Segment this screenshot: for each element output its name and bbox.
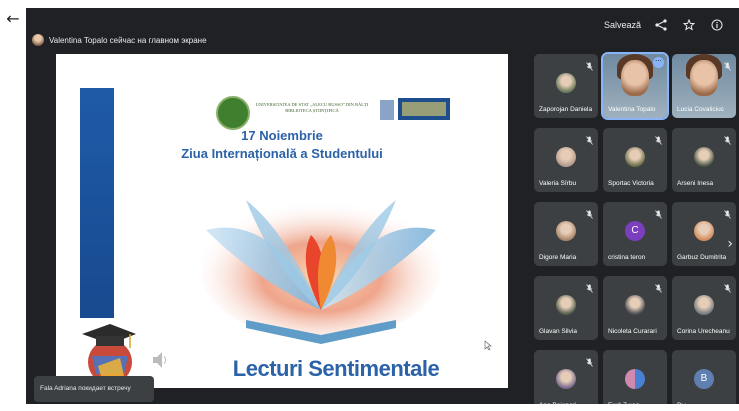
leave-notification: Fala Adriana покидает встречу: [34, 376, 154, 402]
more-participants-avatars: [625, 369, 645, 389]
participant-face: [690, 60, 718, 96]
mic-off-icon: [724, 132, 731, 145]
participant-avatar: [625, 295, 645, 315]
participant-tile[interactable]: Corina Urecheanu: [672, 276, 736, 340]
speaker-icon: [151, 350, 169, 375]
participant-name: Lucia Covaliciuc: [677, 106, 724, 113]
slide-event-title: Ziua Internațională a Studentului: [181, 146, 383, 161]
slide-date: 17 Noiembrie: [241, 128, 323, 143]
participant-name: Ana Bejenari: [539, 402, 596, 404]
mic-off-icon: [655, 280, 662, 293]
presenter-notice-text: Valentina Topalo сейчас на главном экран…: [49, 35, 207, 45]
participant-name: Corina Urecheanu: [677, 328, 730, 335]
meet-screen: Salvează Valentina Topalo сейчас на глав…: [26, 8, 739, 404]
university-logo: [216, 96, 250, 130]
open-book-image: [176, 160, 466, 346]
participant-name: Digore Maria: [539, 254, 577, 261]
star-icon[interactable]: [681, 17, 697, 33]
participant-tile[interactable]: Lucia Covaliciuc: [672, 54, 736, 118]
mic-off-icon: [586, 58, 593, 71]
mouse-cursor-icon: [484, 338, 492, 356]
presenter-notice: Valentina Topalo сейчас на главном экран…: [32, 32, 207, 48]
participant-avatar: [556, 73, 576, 93]
participant-tile[interactable]: B Вы: [672, 350, 736, 404]
mic-off-icon: [586, 132, 593, 145]
participant-tile[interactable]: Valeria Sîrbu: [534, 128, 598, 192]
participant-tile[interactable]: ⋯ Valentina Topalo: [601, 52, 669, 120]
participant-name: Sportac Victoria: [608, 180, 654, 187]
participant-name: Nicoleta Curarari: [608, 328, 657, 335]
participant-tile[interactable]: Nicoleta Curarari: [603, 276, 667, 340]
participant-name: Valentina Topalo: [608, 106, 656, 113]
participant-name: cristina teron: [608, 254, 646, 261]
mic-off-icon: [586, 206, 593, 219]
participant-tile[interactable]: Garbuz Dumitrita: [672, 202, 736, 266]
slide-blue-bar: [80, 88, 114, 324]
participant-name: Glavan Silvia: [539, 328, 577, 335]
mic-off-icon: [724, 280, 731, 293]
mic-off-icon: [724, 58, 731, 71]
participant-tile[interactable]: Arseni Inesa: [672, 128, 736, 192]
university-name: UNIVERSITATEA DE STAT „ALECU RUSSO” DIN …: [255, 102, 369, 113]
more-options-icon[interactable]: ⋯: [653, 57, 664, 68]
participant-name: Arseni Inesa: [677, 180, 714, 187]
participant-avatar: [556, 369, 576, 389]
back-arrow-icon[interactable]: ←: [0, 9, 26, 29]
participant-tile[interactable]: Sportac Victoria: [603, 128, 667, 192]
top-bar: Salvează Valentina Topalo сейчас на глав…: [26, 8, 739, 48]
participant-initial-avatar: C: [625, 221, 645, 241]
presenter-avatar: [32, 34, 44, 46]
slide-subtitle: Lecturi Sentimentale: [232, 356, 440, 381]
mic-off-icon: [655, 132, 662, 145]
participant-tile[interactable]: Glavan Silvia: [534, 276, 598, 340]
participant-name: Ещё 7 чел.: [608, 402, 665, 404]
mic-off-icon: [586, 280, 593, 293]
participant-avatar: [556, 147, 576, 167]
shared-slide: UNIVERSITATEA DE STAT „ALECU RUSSO” DIN …: [56, 54, 508, 388]
save-button[interactable]: Salvează: [604, 20, 641, 30]
participant-name: Garbuz Dumitrita: [677, 254, 727, 261]
participant-initial-avatar: B: [694, 369, 714, 389]
top-actions: Salvează: [604, 14, 725, 36]
participant-name: Zaporojan Daniela: [539, 106, 593, 113]
participant-name: Valeria Sîrbu: [539, 180, 577, 187]
participant-avatar: [625, 147, 645, 167]
participant-avatar: [694, 147, 714, 167]
next-page-chevron-icon[interactable]: ›: [727, 236, 733, 252]
participant-tile[interactable]: Zaporojan Daniela: [534, 54, 598, 118]
participant-avatar: [556, 221, 576, 241]
participant-face: [621, 60, 649, 96]
participant-avatar: [694, 295, 714, 315]
mic-off-icon: [586, 354, 593, 367]
mic-off-icon: [724, 206, 731, 219]
participant-name: Вы: [677, 402, 734, 404]
participant-tile[interactable]: Digore Maria: [534, 202, 598, 266]
participant-tile[interactable]: Ana Bejenari: [534, 350, 598, 404]
participant-tile[interactable]: Ccristina teron: [603, 202, 667, 266]
info-icon[interactable]: [709, 17, 725, 33]
library-logo: [378, 94, 452, 124]
share-icon[interactable]: [653, 17, 669, 33]
mic-off-icon: [655, 206, 662, 219]
participant-avatar: [556, 295, 576, 315]
participant-avatar: [694, 221, 714, 241]
participant-tile[interactable]: Ещё 7 чел.: [603, 350, 667, 404]
